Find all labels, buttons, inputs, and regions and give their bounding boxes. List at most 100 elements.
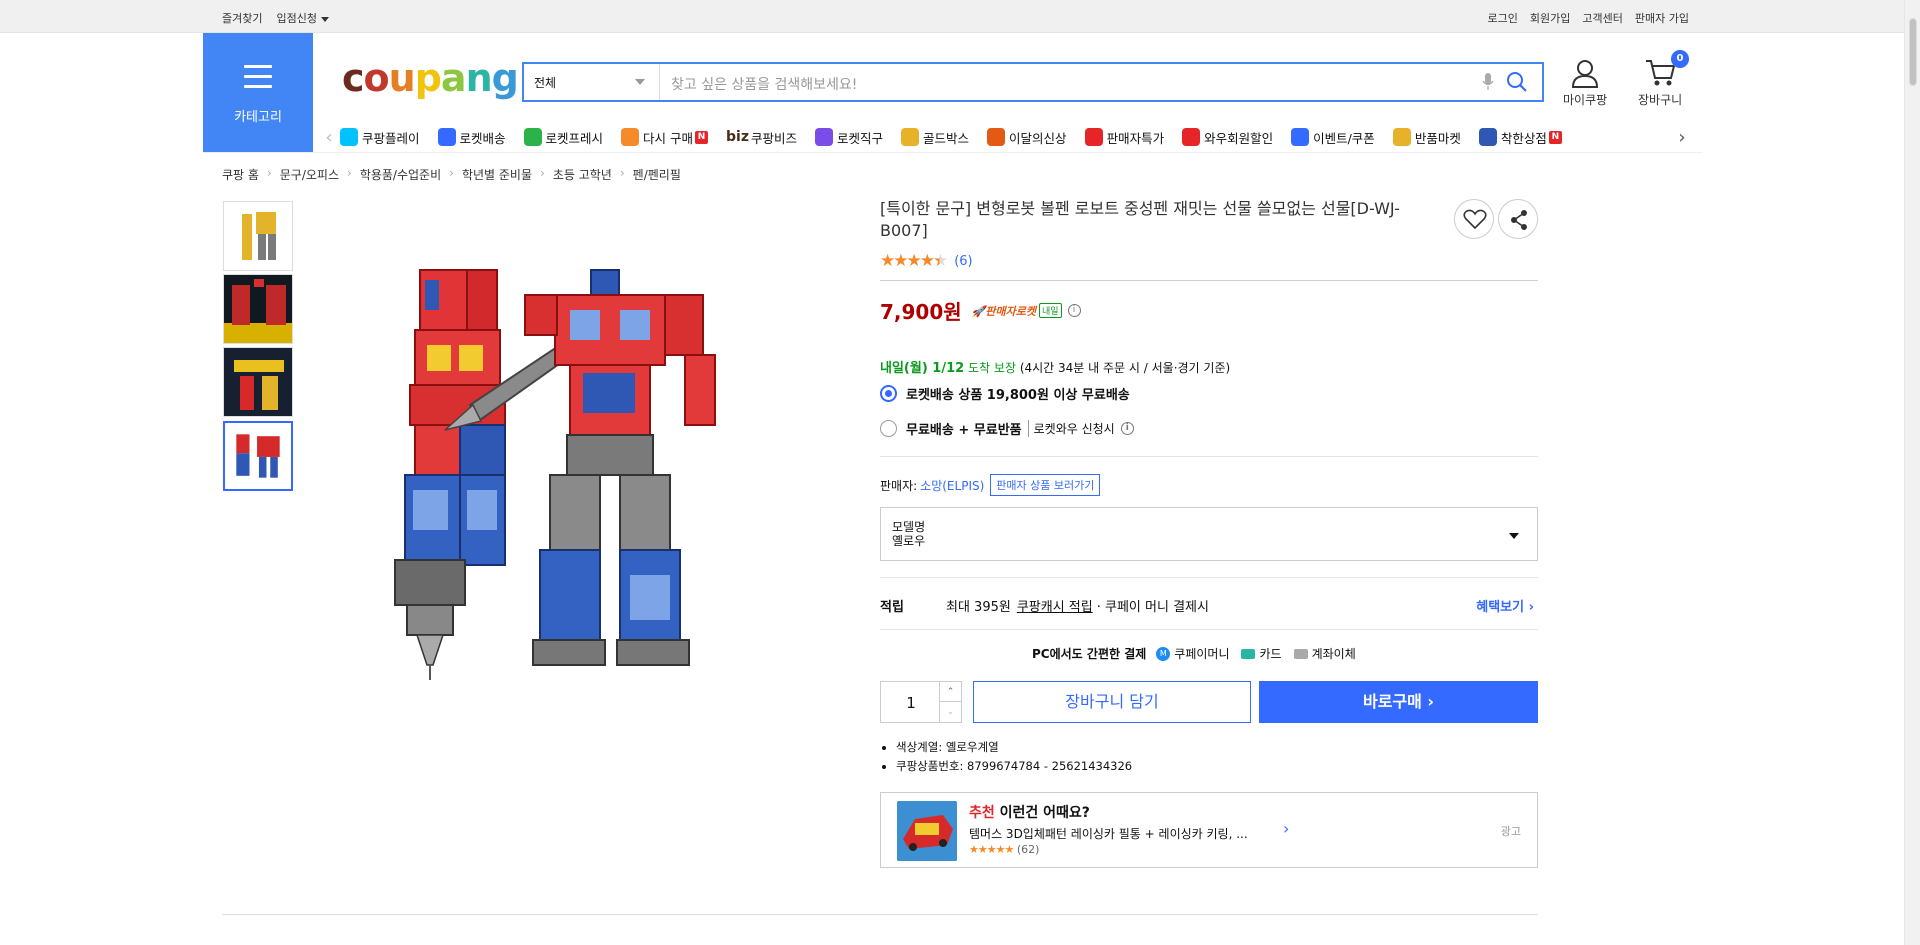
shipping-option-2[interactable]: 무료배송 + 무료반품 로켓와우 신청시 i	[880, 419, 1134, 438]
breadcrumb-link[interactable]: 학년별 준비물	[462, 166, 532, 183]
breadcrumb-link[interactable]: 학용품/수업준비	[360, 166, 441, 183]
nav-item[interactable]: 로켓프레시	[523, 128, 603, 147]
breadcrumb-link[interactable]: 쿠팡 홈	[222, 166, 259, 183]
recommendation-rating: ★★★★★ (62)	[969, 843, 1039, 856]
nav-items: 쿠팡플레이 로켓배송 로켓프레시 다시 구매 N biz 쿠팡비즈 로켓직구 골드박스 이달의신상…	[340, 128, 1580, 147]
info-icon[interactable]: i	[1120, 422, 1134, 435]
nav-item[interactable]: 로켓배송	[437, 128, 506, 147]
nav-item[interactable]: 착한상점 N	[1478, 128, 1562, 147]
benefit-link[interactable]: 혜택보기 ›	[1476, 596, 1534, 615]
delivery-info: 내일(월) 1/12 도착 보장 (4시간 34분 내 주문 시 / 서울·경기…	[880, 357, 1230, 376]
seller-name-link[interactable]: 소망(ELPIS)	[920, 477, 984, 494]
recommend-count: (62)	[1016, 843, 1040, 856]
dropdown-arrow-icon	[635, 79, 645, 85]
shipping-option-2-note: 로켓와우 신청시	[1027, 420, 1115, 437]
nav-item[interactable]: biz 쿠팡비즈	[726, 128, 797, 147]
reward-row: 적립 최대 395원 쿠팡캐시 적립 · 쿠페이 머니 결제시 혜택보기 ›	[880, 596, 1538, 615]
search-icon[interactable]	[1506, 71, 1528, 93]
breadcrumb-link[interactable]: 초등 고학년	[553, 166, 612, 183]
nav-item-label: 다시 구매	[643, 130, 694, 146]
rocket-direct-icon	[815, 128, 834, 146]
share-button[interactable]	[1498, 199, 1538, 239]
product-thumbnail-3[interactable]	[223, 347, 293, 417]
scrollbar-thumb[interactable]	[1909, 18, 1917, 86]
bookmark-link[interactable]: 즐겨찾기	[222, 10, 262, 26]
product-thumbnail-4[interactable]	[223, 421, 293, 491]
quantity-up-button[interactable]: ⌃	[939, 682, 961, 702]
category-menu-button[interactable]: 카테고리	[203, 33, 313, 153]
divider	[880, 629, 1538, 630]
seller-products-button[interactable]: 판매자 상품 보러가기	[990, 474, 1101, 496]
search-bar: 전체 찾고 싶은 상품을 검색해보세요!	[522, 62, 1544, 102]
nav-item[interactable]: 이달의신상	[987, 128, 1067, 147]
nav-item[interactable]: 다시 구매 N	[621, 128, 709, 147]
model-label: 모델명	[892, 520, 926, 534]
nav-item[interactable]: 반품마켓	[1392, 128, 1461, 147]
breadcrumb-separator-icon: ›	[619, 166, 625, 180]
nav-item[interactable]: 로켓직구	[815, 128, 883, 147]
microphone-icon[interactable]	[1482, 72, 1494, 92]
nav-item-label: 쿠팡비즈	[751, 130, 798, 146]
goldbox-icon	[901, 128, 920, 146]
shipping-option-1-label: 로켓배송 상품 19,800원 이상 무료배송	[906, 388, 1130, 403]
seller-signup-link[interactable]: 판매자 가입	[1635, 10, 1689, 26]
nav-item[interactable]: 쿠팡플레이	[340, 128, 420, 147]
add-to-cart-button[interactable]: 장바구니 담기	[973, 681, 1251, 723]
coupang-logo[interactable]: coupang	[342, 56, 519, 100]
breadcrumb-separator-icon: ›	[347, 166, 352, 180]
nav-item[interactable]: 판매자특가	[1084, 128, 1165, 147]
info-icon[interactable]: i	[1067, 304, 1081, 317]
product-specs: 색상계열: 옐로우계열 쿠팡상품번호: 8799674784 - 2562143…	[880, 738, 1132, 776]
breadcrumb-link[interactable]: 문구/오피스	[280, 166, 339, 183]
pc-payment-methods: PC에서도 간편한 결제 M 쿠페이머니 카드 계좌이체	[1032, 645, 1356, 662]
quantity-input[interactable]: 1	[881, 694, 941, 712]
nav-next-arrow-icon[interactable]: ›	[1671, 127, 1693, 148]
buy-now-button[interactable]: 바로구매 ›	[1259, 681, 1538, 723]
heart-icon	[1463, 209, 1487, 230]
recommendation-name[interactable]: 템머스 3D입체패턴 레이싱카 필통 + 레이싱카 키링, ...	[969, 825, 1248, 842]
dropdown-arrow-icon	[1509, 533, 1519, 539]
quantity-down-button[interactable]: ⌄	[939, 702, 961, 722]
nav-prev-arrow-icon[interactable]: ‹	[318, 127, 340, 148]
nav-item[interactable]: 골드박스	[901, 128, 969, 147]
product-thumbnail-1[interactable]	[223, 201, 293, 271]
nav-item-label: 로켓배송	[459, 130, 506, 146]
vendor-apply-link[interactable]: 입점신청	[276, 10, 329, 26]
shipping-option-1[interactable]: 로켓배송 상품 19,800원 이상 무료배송	[880, 384, 1130, 403]
vendor-apply-label: 입점신청	[276, 12, 317, 25]
recommendation-image[interactable]	[897, 801, 957, 861]
nav-item[interactable]: 와우회원할인	[1182, 128, 1273, 147]
reward-label: 적립	[880, 600, 904, 615]
cart-label: 장바구니	[1638, 93, 1683, 107]
radio-selected[interactable]	[880, 385, 897, 402]
product-thumbnail-2[interactable]	[223, 274, 293, 344]
nav-item[interactable]: 이벤트/쿠폰	[1291, 128, 1375, 147]
coupang-cash-link[interactable]: 쿠팡캐시 적립	[1017, 596, 1093, 615]
search-category-select[interactable]: 전체	[524, 64, 660, 100]
signup-link[interactable]: 회원가입	[1530, 10, 1570, 26]
recommend-heading-text: 이런건 어때요?	[999, 805, 1090, 821]
ad-label: 광고	[1500, 825, 1521, 838]
page-scrollbar[interactable]	[1904, 0, 1920, 945]
radio-unselected[interactable]	[880, 420, 897, 437]
product-rating[interactable]: ★★★★★ (6)	[880, 251, 973, 271]
nav-item-label: 판매자특가	[1106, 130, 1165, 146]
new-icon	[987, 128, 1006, 146]
return-market-icon	[1392, 128, 1411, 146]
my-coupang-button[interactable]: 마이쿠팡	[1563, 58, 1607, 108]
breadcrumb-separator-icon: ›	[266, 166, 272, 180]
main-product-image[interactable]	[355, 255, 815, 695]
chevron-right-icon[interactable]: ›	[1283, 819, 1289, 838]
breadcrumb-link[interactable]: 펜/펜리필	[633, 166, 681, 183]
search-input[interactable]: 찾고 싶은 상품을 검색해보세요!	[671, 74, 857, 94]
star-rating-icon: ★★★★★	[880, 251, 948, 271]
recommendation-card[interactable]: 추천 이런건 어때요? 템머스 3D입체패턴 레이싱카 필통 + 레이싱카 키링…	[880, 792, 1538, 868]
review-count[interactable]: (6)	[954, 254, 972, 269]
model-option-select[interactable]: 모델명 옐로우	[880, 507, 1538, 561]
seller-sale-icon	[1084, 128, 1103, 146]
tomorrow-badge: 내일	[1038, 303, 1062, 318]
login-link[interactable]: 로그인	[1488, 10, 1518, 26]
wishlist-button[interactable]	[1454, 199, 1494, 239]
customer-center-link[interactable]: 고객센터	[1582, 10, 1622, 26]
recommend-tag: 추천	[969, 805, 995, 821]
